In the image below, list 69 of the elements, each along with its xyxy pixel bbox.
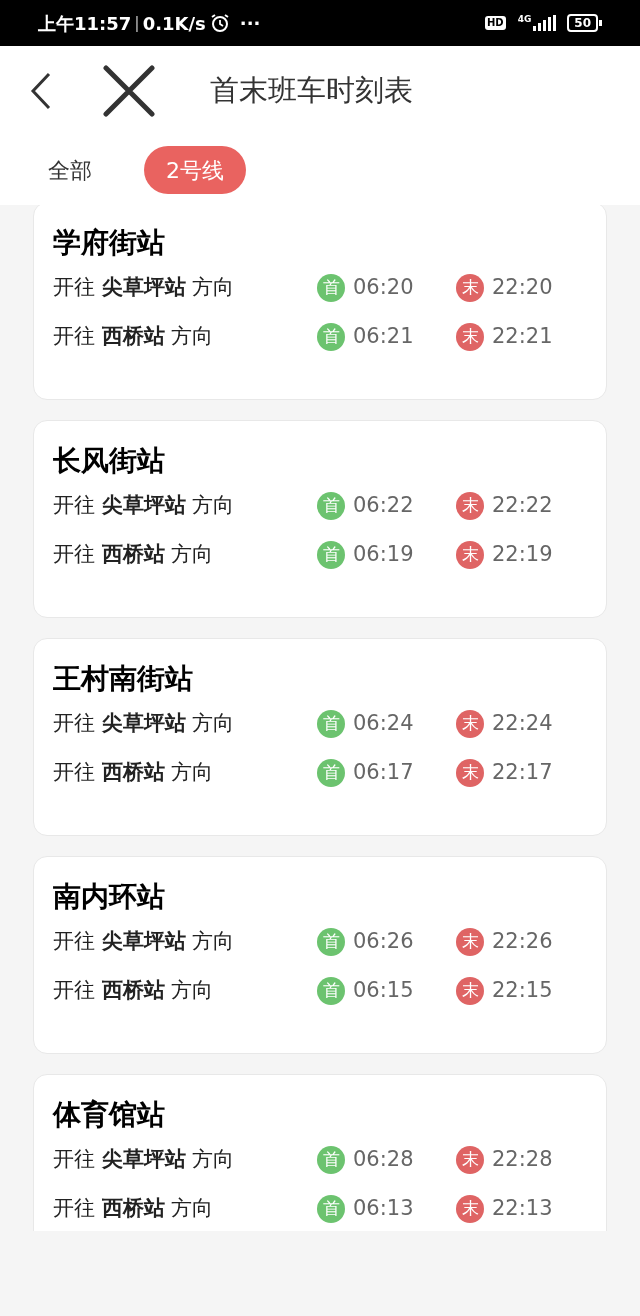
station-name: 体育馆站	[53, 1097, 165, 1133]
direction-text: 开往 尖草坪站 方向	[53, 709, 236, 737]
close-button[interactable]	[102, 63, 156, 118]
direction-text: 开往 西桥站 方向	[53, 1194, 215, 1222]
direction-text: 开往 西桥站 方向	[53, 322, 215, 350]
last-train-badge: 末	[456, 273, 484, 302]
direction-text: 开往 西桥站 方向	[53, 976, 215, 1004]
network-type: 4G	[517, 15, 532, 24]
direction-text: 开往 西桥站 方向	[53, 758, 215, 786]
last-train-time: 22:21	[492, 322, 553, 350]
direction-text: 开往 尖草坪站 方向	[53, 927, 236, 955]
last-train-time: 22:26	[492, 927, 553, 955]
last-train-time: 22:28	[492, 1145, 553, 1173]
last-train-badge: 末	[456, 540, 484, 569]
status-time: 上午11:57	[38, 11, 132, 36]
first-train-badge: 首	[317, 976, 345, 1005]
last-train-badge: 末	[456, 1194, 484, 1223]
station-name: 南内环站	[53, 879, 165, 915]
last-train-time: 22:13	[492, 1194, 553, 1222]
line-tab[interactable]: 全部	[48, 146, 92, 194]
last-train-badge: 末	[456, 1145, 484, 1174]
first-train-badge: 首	[317, 1145, 345, 1174]
last-train-time: 22:15	[492, 976, 553, 1004]
first-train-time: 06:21	[353, 322, 414, 350]
first-train-badge: 首	[317, 273, 345, 302]
direction-text: 开往 尖草坪站 方向	[53, 491, 236, 519]
first-train-time: 06:22	[353, 491, 414, 519]
signal-icon	[533, 15, 558, 31]
close-icon	[103, 64, 155, 117]
first-train-badge: 首	[317, 709, 345, 738]
direction-text: 开往 尖草坪站 方向	[53, 1145, 236, 1173]
battery-level: 50	[567, 14, 598, 32]
first-train-time: 06:28	[353, 1145, 414, 1173]
last-train-time: 22:22	[492, 491, 553, 519]
first-train-time: 06:19	[353, 540, 414, 568]
last-train-badge: 末	[456, 927, 484, 956]
first-train-time: 06:26	[353, 927, 414, 955]
last-train-badge: 末	[456, 322, 484, 351]
last-train-badge: 末	[456, 976, 484, 1005]
last-train-time: 22:24	[492, 709, 553, 737]
page-title: 首末班车时刻表	[210, 71, 413, 109]
first-train-badge: 首	[317, 322, 345, 351]
more-notifications: ···	[239, 11, 261, 36]
first-train-badge: 首	[317, 540, 345, 569]
last-train-badge: 末	[456, 709, 484, 738]
first-train-time: 06:24	[353, 709, 414, 737]
last-train-time: 22:19	[492, 540, 553, 568]
station-name: 学府街站	[53, 225, 165, 261]
first-train-time: 06:20	[353, 273, 414, 301]
direction-text: 开往 西桥站 方向	[53, 540, 215, 568]
last-train-badge: 末	[456, 491, 484, 520]
first-train-badge: 首	[317, 1194, 345, 1223]
station-name: 长风街站	[53, 443, 165, 479]
station-name: 王村南街站	[53, 661, 193, 697]
first-train-badge: 首	[317, 491, 345, 520]
first-train-badge: 首	[317, 927, 345, 956]
last-train-time: 22:17	[492, 758, 553, 786]
alarm-icon	[209, 13, 230, 33]
last-train-badge: 末	[456, 758, 484, 787]
hd-badge: HD	[484, 16, 506, 30]
back-icon	[30, 71, 52, 110]
status-separator: |	[134, 12, 140, 34]
direction-text: 开往 尖草坪站 方向	[53, 273, 236, 301]
first-train-time: 06:13	[353, 1194, 414, 1222]
first-train-time: 06:17	[353, 758, 414, 786]
first-train-badge: 首	[317, 758, 345, 787]
first-train-time: 06:15	[353, 976, 414, 1004]
network-speed: 0.1K/s	[142, 11, 206, 36]
last-train-time: 22:20	[492, 273, 553, 301]
